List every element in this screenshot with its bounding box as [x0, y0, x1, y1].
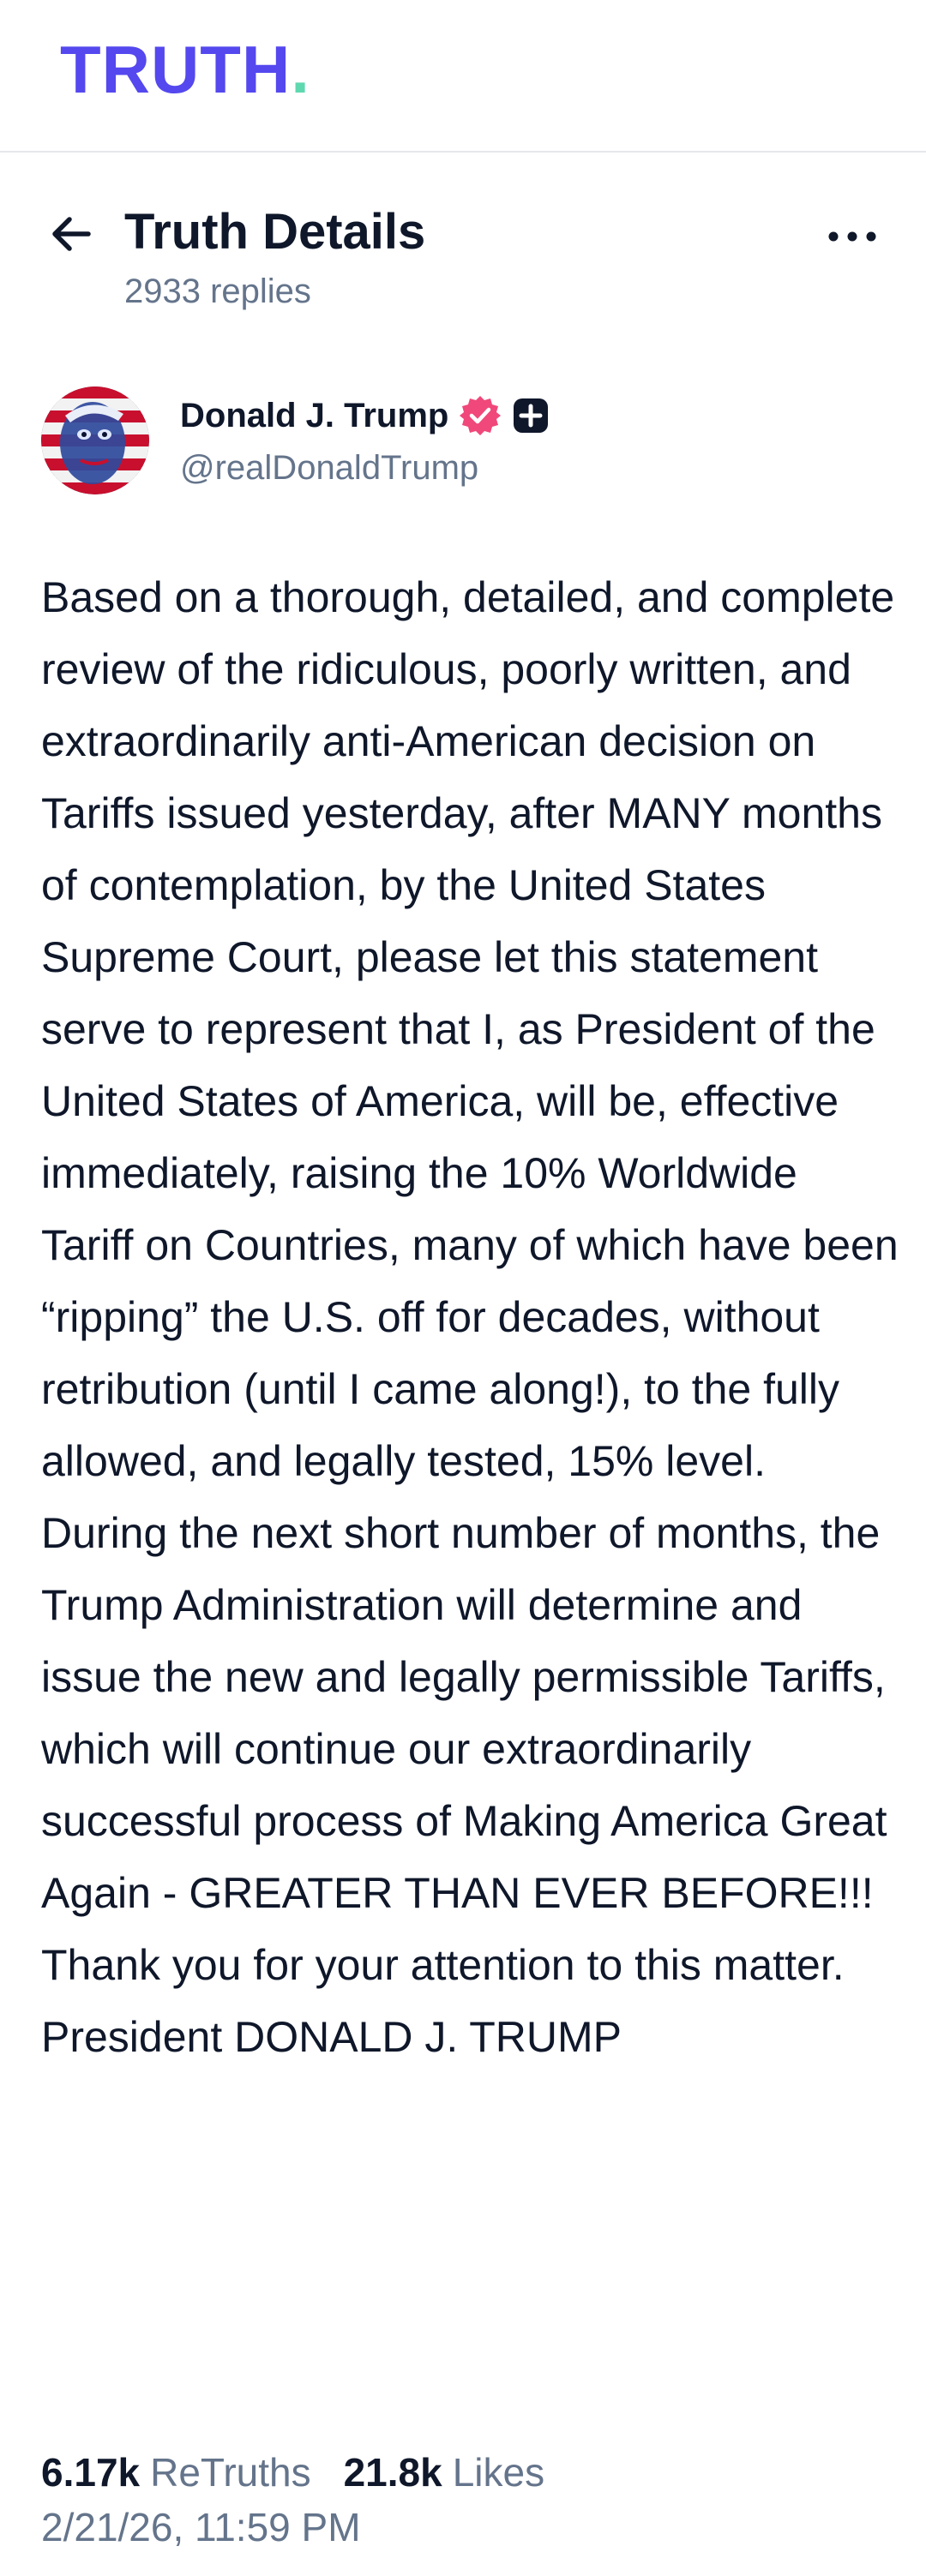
logo-text: TRUTH — [60, 32, 292, 107]
author-handle[interactable]: @realDonaldTrump — [180, 447, 478, 488]
more-options-button[interactable] — [820, 213, 885, 261]
arrow-left-icon — [52, 217, 91, 251]
author-name-row: Donald J. Trump — [180, 394, 550, 437]
retruths-count: 6.17k — [41, 2450, 141, 2495]
likes-label: Likes — [452, 2450, 545, 2495]
more-horizontal-icon — [828, 231, 876, 242]
truth-logo[interactable]: TRUTH. — [60, 36, 310, 103]
retruths-stat[interactable]: 6.17k ReTruths — [41, 2449, 311, 2496]
likes-stat[interactable]: 21.8k Likes — [344, 2449, 545, 2496]
verified-badge-icon — [460, 396, 502, 435]
logo-dot: . — [291, 32, 310, 107]
avatar-image — [41, 386, 149, 494]
avatar[interactable] — [41, 386, 149, 494]
page-title: Truth Details — [124, 204, 426, 260]
plus-badge-icon — [514, 398, 549, 433]
author-row: Donald J. Trump @realDonaldTrump — [0, 384, 926, 504]
retruths-label: ReTruths — [150, 2450, 311, 2495]
top-bar: TRUTH. — [0, 0, 926, 153]
post-text: Based on a thorough, detailed, and compl… — [41, 573, 899, 2061]
post-stats: 6.17k ReTruths 21.8k Likes — [41, 2449, 544, 2496]
page-header: Truth Details 2933 replies — [0, 153, 926, 350]
back-button[interactable] — [43, 206, 99, 262]
author-name[interactable]: Donald J. Trump — [180, 395, 448, 436]
likes-count: 21.8k — [343, 2450, 442, 2495]
post-timestamp: 2/21/26, 11:59 PM — [41, 2505, 361, 2549]
reply-count: 2933 replies — [124, 273, 311, 310]
